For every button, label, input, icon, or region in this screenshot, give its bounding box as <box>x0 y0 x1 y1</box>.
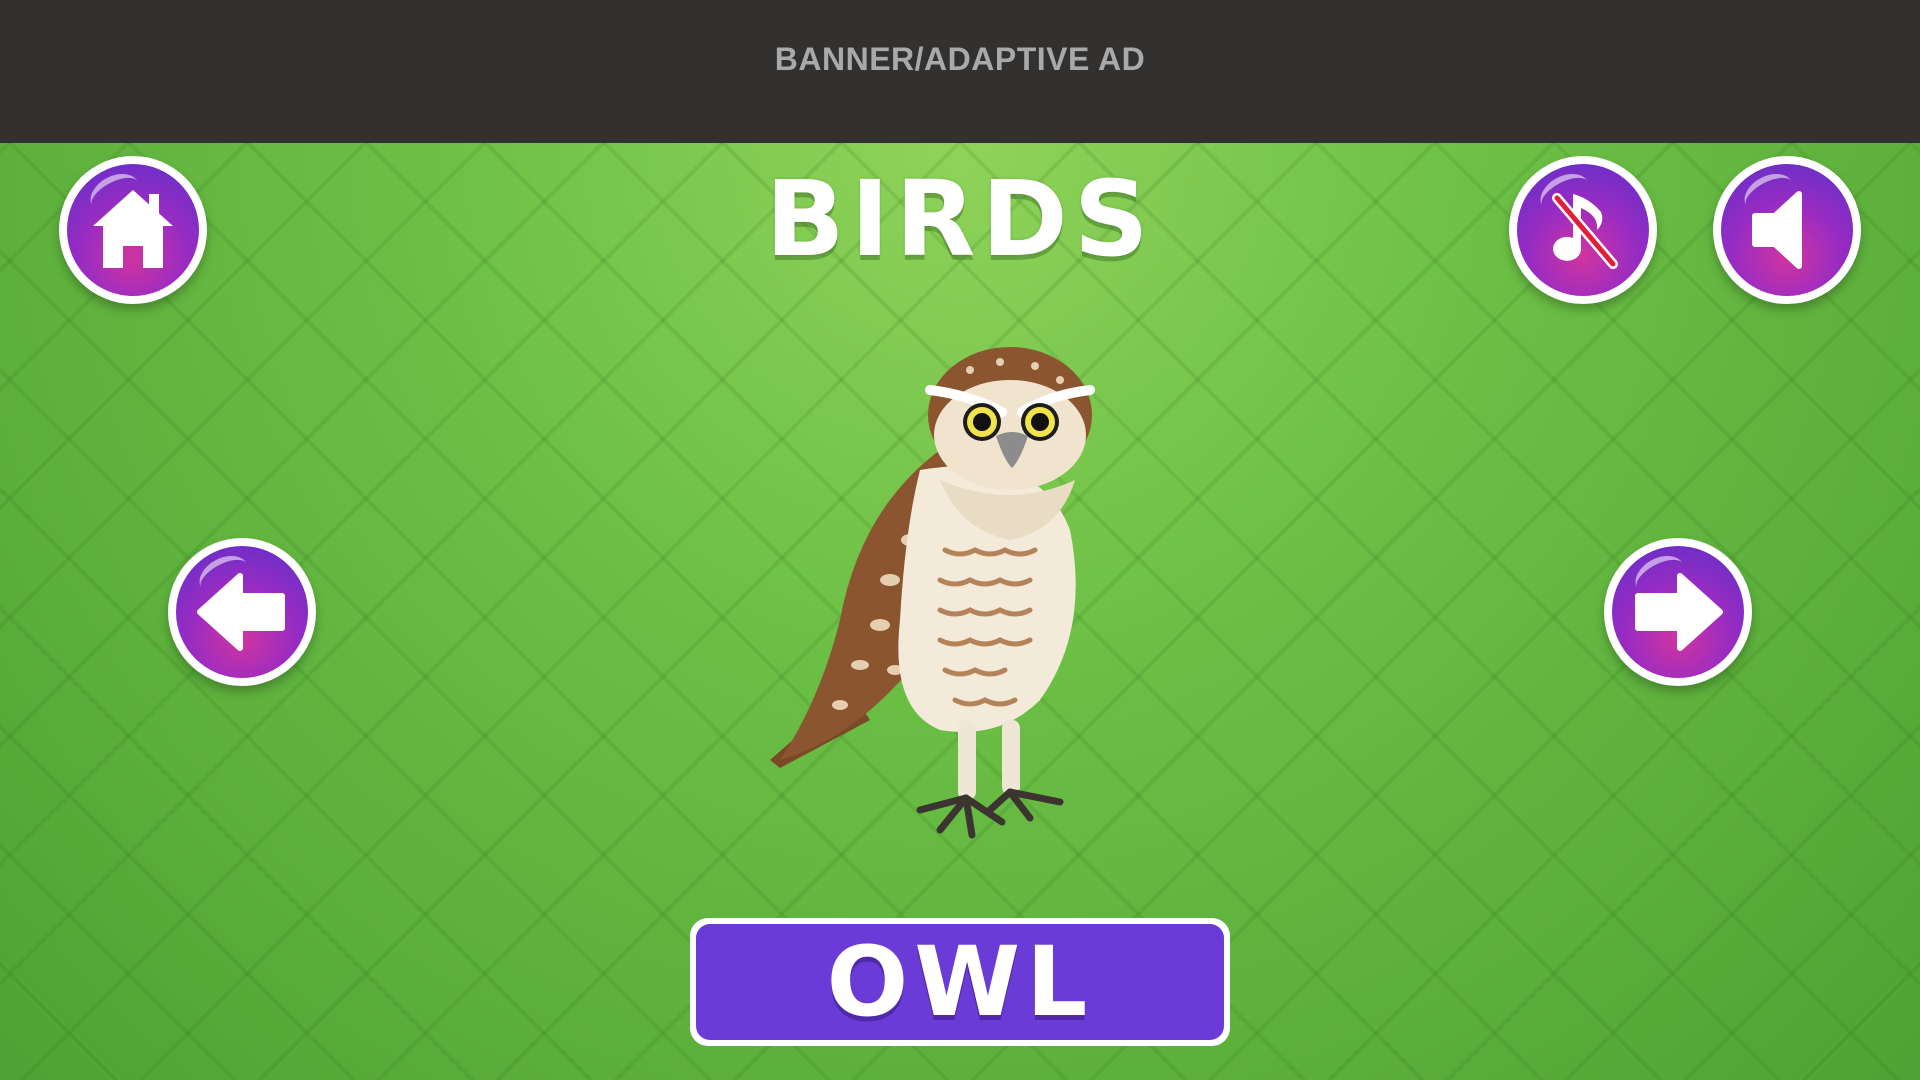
home-icon <box>93 190 173 268</box>
next-button[interactable] <box>1604 538 1752 686</box>
owl-image <box>770 347 1095 839</box>
game-screen: BANNER/ADAPTIVE AD BIRDS OWL <box>0 0 1920 1080</box>
music-toggle-button[interactable] <box>1509 156 1657 304</box>
sound-button[interactable] <box>1713 156 1861 304</box>
ad-banner[interactable]: BANNER/ADAPTIVE AD <box>0 0 1920 143</box>
arrow-right-icon <box>1635 573 1723 651</box>
arrow-left-icon <box>197 573 285 651</box>
home-button[interactable] <box>59 156 207 304</box>
owl-illustration[interactable] <box>740 340 1180 880</box>
word-label: OWL <box>826 926 1094 1038</box>
music-muted-icon <box>1552 193 1618 269</box>
word-label-box[interactable]: OWL <box>690 918 1230 1046</box>
previous-button[interactable] <box>168 538 316 686</box>
ad-banner-label: BANNER/ADAPTIVE AD <box>774 41 1146 77</box>
speaker-icon <box>1752 191 1802 269</box>
